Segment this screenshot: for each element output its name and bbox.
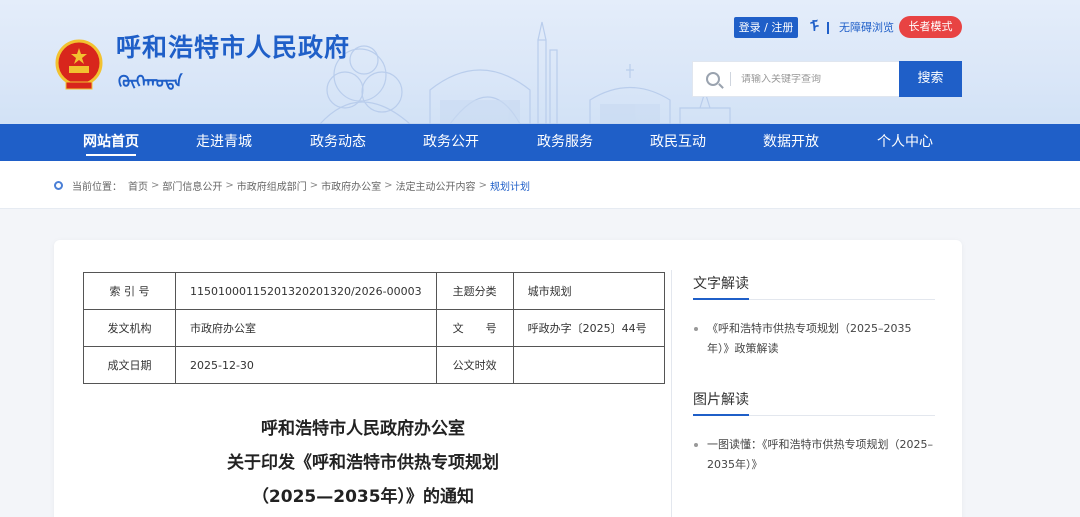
docno-value: 呼政办字〔2025〕44号: [512, 309, 665, 347]
nav-item-personal-center[interactable]: 个人中心: [855, 124, 955, 161]
date-value: 2025-12-30: [175, 346, 437, 384]
issuer-label: 发文机构: [83, 309, 176, 347]
nav-item-gov-disclosure[interactable]: 政务公开: [401, 124, 501, 161]
accessibility-link[interactable]: 无障碍浏览: [827, 17, 894, 38]
breadcrumb-separator: >: [151, 180, 160, 191]
text-interpretation-heading: 文字解读: [693, 276, 749, 292]
index-label: 索 引 号: [83, 272, 176, 310]
bullet-icon: [694, 327, 698, 331]
document-title-line-2: 关于印发《呼和浩特市供热专项规划: [227, 453, 499, 473]
breadcrumb-item-dept-info[interactable]: 部门信息公开: [162, 178, 222, 193]
text-interpretation-link-label: 《呼和浩特市供热专项规划（2025–2035年）》政策解读: [707, 322, 912, 355]
search-icon: [706, 72, 720, 86]
image-interpretation-heading: 图片解读: [693, 392, 749, 408]
issuer-value: 市政府办公室: [175, 309, 437, 347]
nav-item-home[interactable]: 网站首页: [61, 124, 161, 161]
breadcrumb-prefix: 当前位置：: [72, 182, 122, 193]
nav-item-open-data[interactable]: 数据开放: [741, 124, 841, 161]
document-title-line-3: （2025—2035年）》的通知: [251, 487, 475, 507]
nav-item-about-city[interactable]: 走进青城: [174, 124, 274, 161]
breadcrumb-item-home[interactable]: 首页: [128, 178, 148, 193]
topic-value: 城市规划: [512, 272, 665, 310]
search-input[interactable]: [741, 73, 891, 85]
breadcrumb-separator: >: [225, 180, 234, 191]
table-row: 发文机构 市政府办公室 文 号 呼政办字〔2025〕44号: [83, 309, 665, 347]
accessibility-label: 无障碍浏览: [839, 21, 894, 34]
content-card: 索 引 号 11501000115201320201320/2026-00003…: [54, 240, 962, 517]
site-title: 呼和浩特市人民政府: [116, 33, 351, 62]
text-interpretation-rule: [693, 298, 935, 300]
image-interpretation-link-label: 一图读懂：《呼和浩特市供热专项规划（2025–2035年）》: [707, 438, 933, 471]
breadcrumb: 当前位置： 首页 > 部门信息公开 > 市政府组成部门 > 市政府办公室 > 法…: [54, 178, 530, 193]
validity-label: 公文时效: [435, 346, 514, 384]
bullet-icon: [694, 443, 698, 447]
date-label: 成文日期: [83, 346, 176, 384]
breadcrumb-item-gov-office[interactable]: 市政府办公室: [321, 178, 381, 193]
mongolian-language-icon[interactable]: ᠮ: [810, 17, 820, 38]
table-row: 索 引 号 11501000115201320201320/2026-00003…: [83, 272, 665, 310]
main-nav: 网站首页 走进青城 政务动态 政务公开 政务服务 政民互动 数据开放 个人中心: [0, 124, 1080, 161]
table-row: 成文日期 2025-12-30 公文时效: [83, 346, 665, 384]
search-divider: [730, 72, 731, 86]
site-header: 呼和浩特市人民政府 ᠬᠥᠬᠡᠬᠣᠲᠠ 登录 / 注册 ᠮ 无障碍浏览 长者模式 …: [0, 0, 1080, 124]
nav-item-gov-services[interactable]: 政务服务: [515, 124, 615, 161]
column-divider: [671, 270, 672, 517]
breadcrumb-item-gov-depts[interactable]: 市政府组成部门: [237, 178, 307, 193]
search-button[interactable]: 搜索: [899, 61, 962, 97]
image-interpretation-rule: [693, 414, 935, 416]
search-box: [692, 61, 900, 97]
elder-mode-button[interactable]: 长者模式: [899, 16, 962, 38]
breadcrumb-item-statutory[interactable]: 法定主动公开内容: [396, 178, 476, 193]
image-interpretation-link[interactable]: 一图读懂：《呼和浩特市供热专项规划（2025–2035年）》: [693, 435, 933, 475]
document-meta-table: 索 引 号 11501000115201320201320/2026-00003…: [83, 272, 665, 384]
breadcrumb-item-plans[interactable]: 规划计划: [490, 178, 530, 193]
breadcrumb-separator: >: [478, 180, 487, 191]
nav-item-gov-news[interactable]: 政务动态: [288, 124, 388, 161]
accessibility-icon: [827, 21, 836, 34]
location-icon: [54, 181, 63, 190]
index-value: 11501000115201320201320/2026-00003: [175, 272, 437, 310]
docno-label: 文 号: [435, 309, 514, 347]
topic-label: 主题分类: [435, 272, 514, 310]
breadcrumb-bar: 当前位置： 首页 > 部门信息公开 > 市政府组成部门 > 市政府办公室 > 法…: [0, 161, 1080, 209]
breadcrumb-separator: >: [309, 180, 319, 191]
mongolian-site-title: ᠬᠥᠬᠡᠬᠣᠲᠠ: [118, 72, 183, 91]
national-emblem-logo: [55, 39, 103, 90]
nav-item-interaction[interactable]: 政民互动: [628, 124, 728, 161]
validity-value: [512, 346, 665, 384]
text-interpretation-link[interactable]: 《呼和浩特市供热专项规划（2025–2035年）》政策解读: [693, 319, 933, 359]
login-register-button[interactable]: 登录 / 注册: [734, 17, 798, 38]
breadcrumb-separator: >: [384, 180, 393, 191]
document-title-line-1: 呼和浩特市人民政府办公室: [261, 419, 465, 439]
